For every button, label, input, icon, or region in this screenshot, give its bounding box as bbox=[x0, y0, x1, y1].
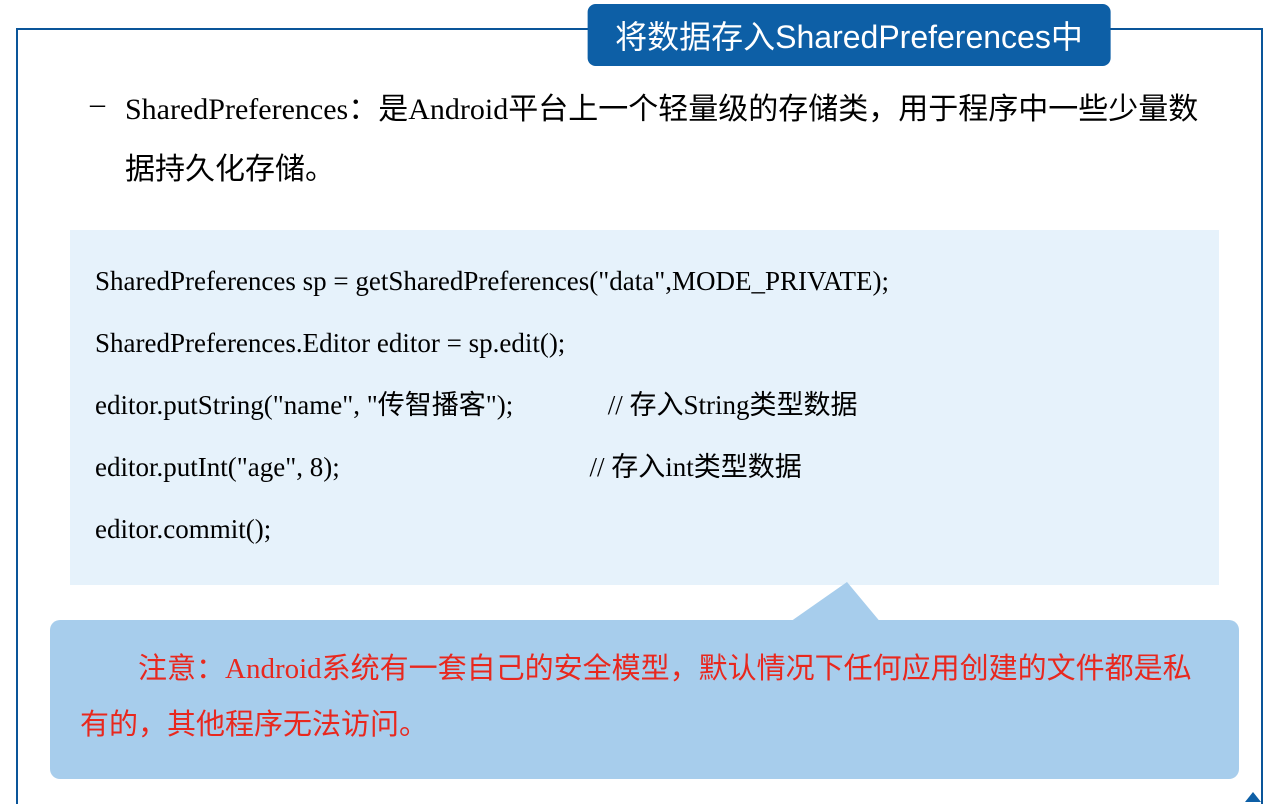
intro-text: SharedPreferences：是Android平台上一个轻量级的存储类，用… bbox=[125, 80, 1219, 200]
callout-box: 注意：Android系统有一套自己的安全模型，默认情况下任何应用创建的文件都是私… bbox=[50, 620, 1239, 778]
callout-text: 注意：Android系统有一套自己的安全模型，默认情况下任何应用创建的文件都是私… bbox=[80, 642, 1209, 752]
slide-content: – SharedPreferences：是Android平台上一个轻量级的存储类… bbox=[70, 80, 1219, 779]
code-line-1: SharedPreferences sp = getSharedPreferen… bbox=[95, 250, 1194, 312]
code-line-4: editor.putInt("age", 8); // 存入int类型数据 bbox=[95, 436, 1194, 498]
code-line-2: SharedPreferences.Editor editor = sp.edi… bbox=[95, 312, 1194, 374]
code-line-3: editor.putString("name", "传智播客"); // 存入S… bbox=[95, 374, 1194, 436]
bullet-dash: – bbox=[90, 80, 105, 128]
intro-row: – SharedPreferences：是Android平台上一个轻量级的存储类… bbox=[70, 80, 1219, 200]
code-block: SharedPreferences sp = getSharedPreferen… bbox=[70, 230, 1219, 585]
slide-title-badge: 将数据存入SharedPreferences中 bbox=[587, 4, 1111, 66]
nav-up-icon[interactable] bbox=[1245, 792, 1261, 802]
callout-container: 注意：Android系统有一套自己的安全模型，默认情况下任何应用创建的文件都是私… bbox=[50, 620, 1239, 778]
code-line-5: editor.commit(); bbox=[95, 498, 1194, 560]
callout-pointer-icon bbox=[787, 582, 882, 624]
slide-title-text: 将数据存入SharedPreferences中 bbox=[615, 19, 1083, 55]
